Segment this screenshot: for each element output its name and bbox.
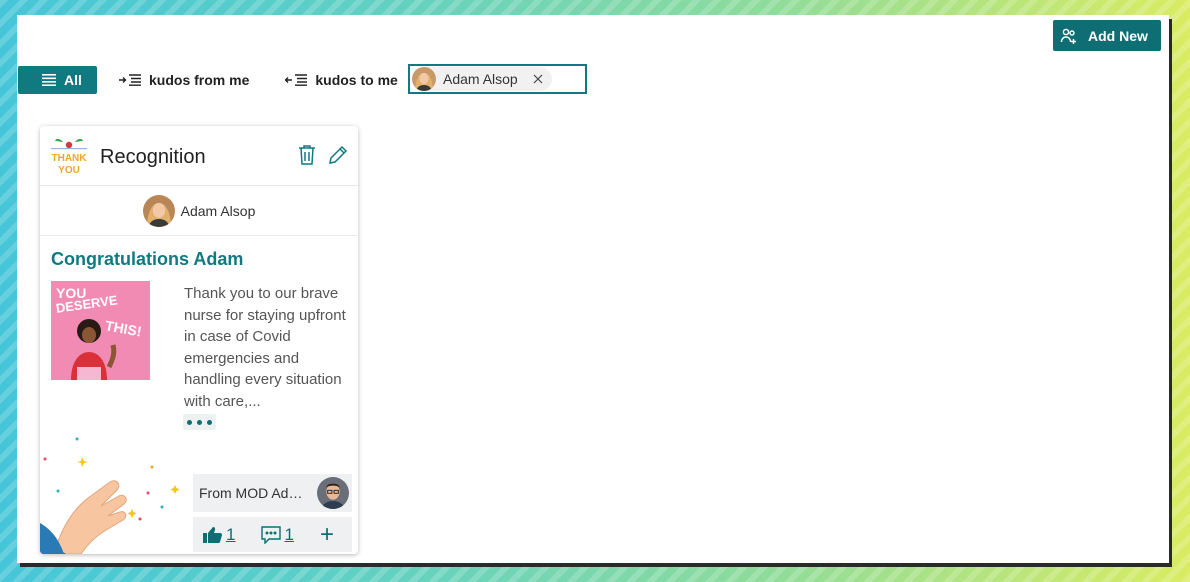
delete-icon[interactable] — [295, 143, 319, 167]
person-filter-box[interactable]: Adam Alsop — [408, 64, 587, 94]
clapping-hands-illustration — [40, 437, 180, 554]
recipient-name: Adam Alsop — [180, 202, 256, 219]
add-new-button[interactable]: Add New — [1053, 20, 1161, 51]
app-frame: Add New All kudos from me kudos to me Ad… — [17, 15, 1169, 563]
outdent-list-icon — [285, 74, 308, 86]
badge-line1: THANK — [52, 153, 88, 164]
avatar — [412, 67, 436, 91]
sender-row: From MOD Administrator — [193, 474, 352, 512]
more-dot-icon — [187, 419, 192, 425]
edit-icon[interactable] — [326, 143, 350, 167]
kudos-card: THANK YOU Recognition Adam Alsop Congrat… — [40, 126, 358, 554]
close-icon[interactable] — [533, 74, 543, 84]
kudos-title: Congratulations Adam — [51, 249, 244, 269]
tab-all-label: All — [64, 72, 82, 88]
tab-kudos-to-me[interactable]: kudos to me — [273, 66, 409, 94]
you-deserve-this-image: YOU DESERVE THIS! — [51, 281, 150, 380]
add-new-label: Add New — [1088, 27, 1148, 44]
person-chip: Adam Alsop — [412, 67, 552, 91]
add-people-icon — [1060, 28, 1076, 44]
card-category: Recognition — [100, 146, 206, 168]
tab-kudos-from-me-label: kudos from me — [149, 72, 250, 88]
person-chip-name: Adam Alsop — [443, 71, 518, 87]
comment-button[interactable]: 1 — [261, 525, 294, 545]
list-icon — [42, 74, 56, 86]
tab-kudos-from-me[interactable]: kudos from me — [107, 66, 261, 94]
filter-tabs: All kudos from me kudos to me — [18, 65, 410, 95]
like-count[interactable]: 1 — [226, 525, 235, 545]
like-button[interactable]: 1 — [203, 525, 235, 545]
tab-kudos-to-me-label: kudos to me — [315, 72, 398, 88]
avatar — [142, 194, 175, 227]
more-dot-icon — [197, 419, 202, 425]
avatar — [317, 477, 349, 509]
more-button[interactable] — [183, 414, 216, 430]
sender-text: From MOD Administrator — [199, 485, 313, 501]
comment-icon — [261, 525, 282, 544]
add-reaction-button[interactable]: + — [320, 522, 334, 547]
tab-all[interactable]: All — [18, 66, 97, 94]
comment-count[interactable]: 1 — [284, 525, 293, 545]
more-dot-icon — [207, 419, 212, 425]
recipient-row: Adam Alsop — [40, 186, 358, 236]
thumbs-up-icon — [203, 526, 222, 543]
badge-line2: YOU — [58, 165, 80, 176]
indent-list-icon — [119, 74, 141, 86]
thank-you-badge: THANK YOU — [51, 138, 88, 176]
card-header: THANK YOU Recognition — [40, 126, 358, 186]
card-actions: 1 1 + — [193, 517, 352, 552]
kudos-message: Thank you to our brave nurse for staying… — [184, 285, 346, 410]
